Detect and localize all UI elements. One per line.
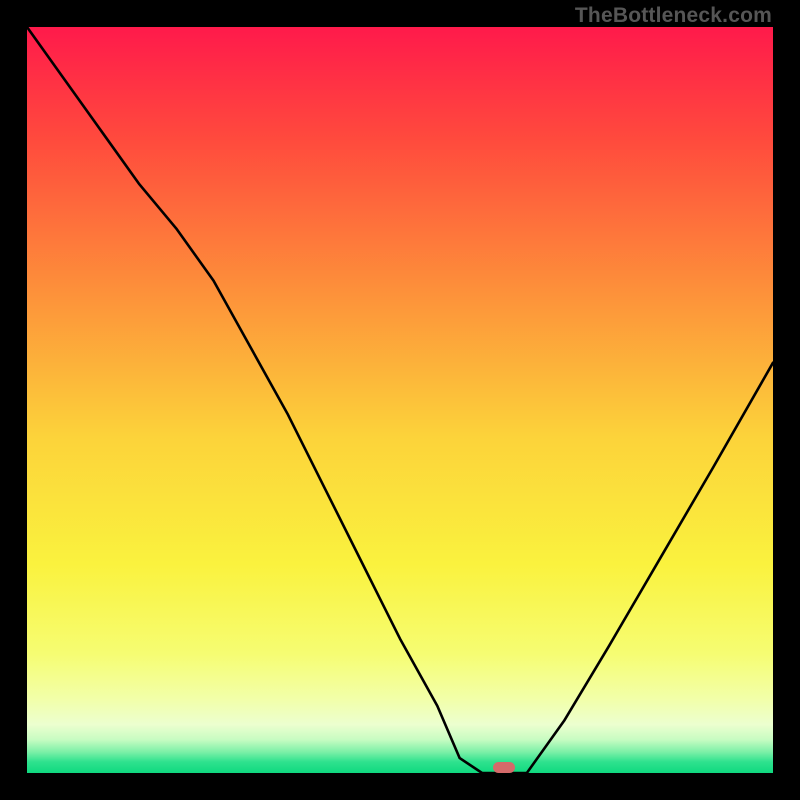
watermark-text: TheBottleneck.com <box>575 4 772 28</box>
optimal-marker <box>493 762 515 773</box>
bottleneck-curve <box>27 27 773 773</box>
plot-area <box>27 27 773 773</box>
chart-frame: TheBottleneck.com <box>0 0 800 800</box>
